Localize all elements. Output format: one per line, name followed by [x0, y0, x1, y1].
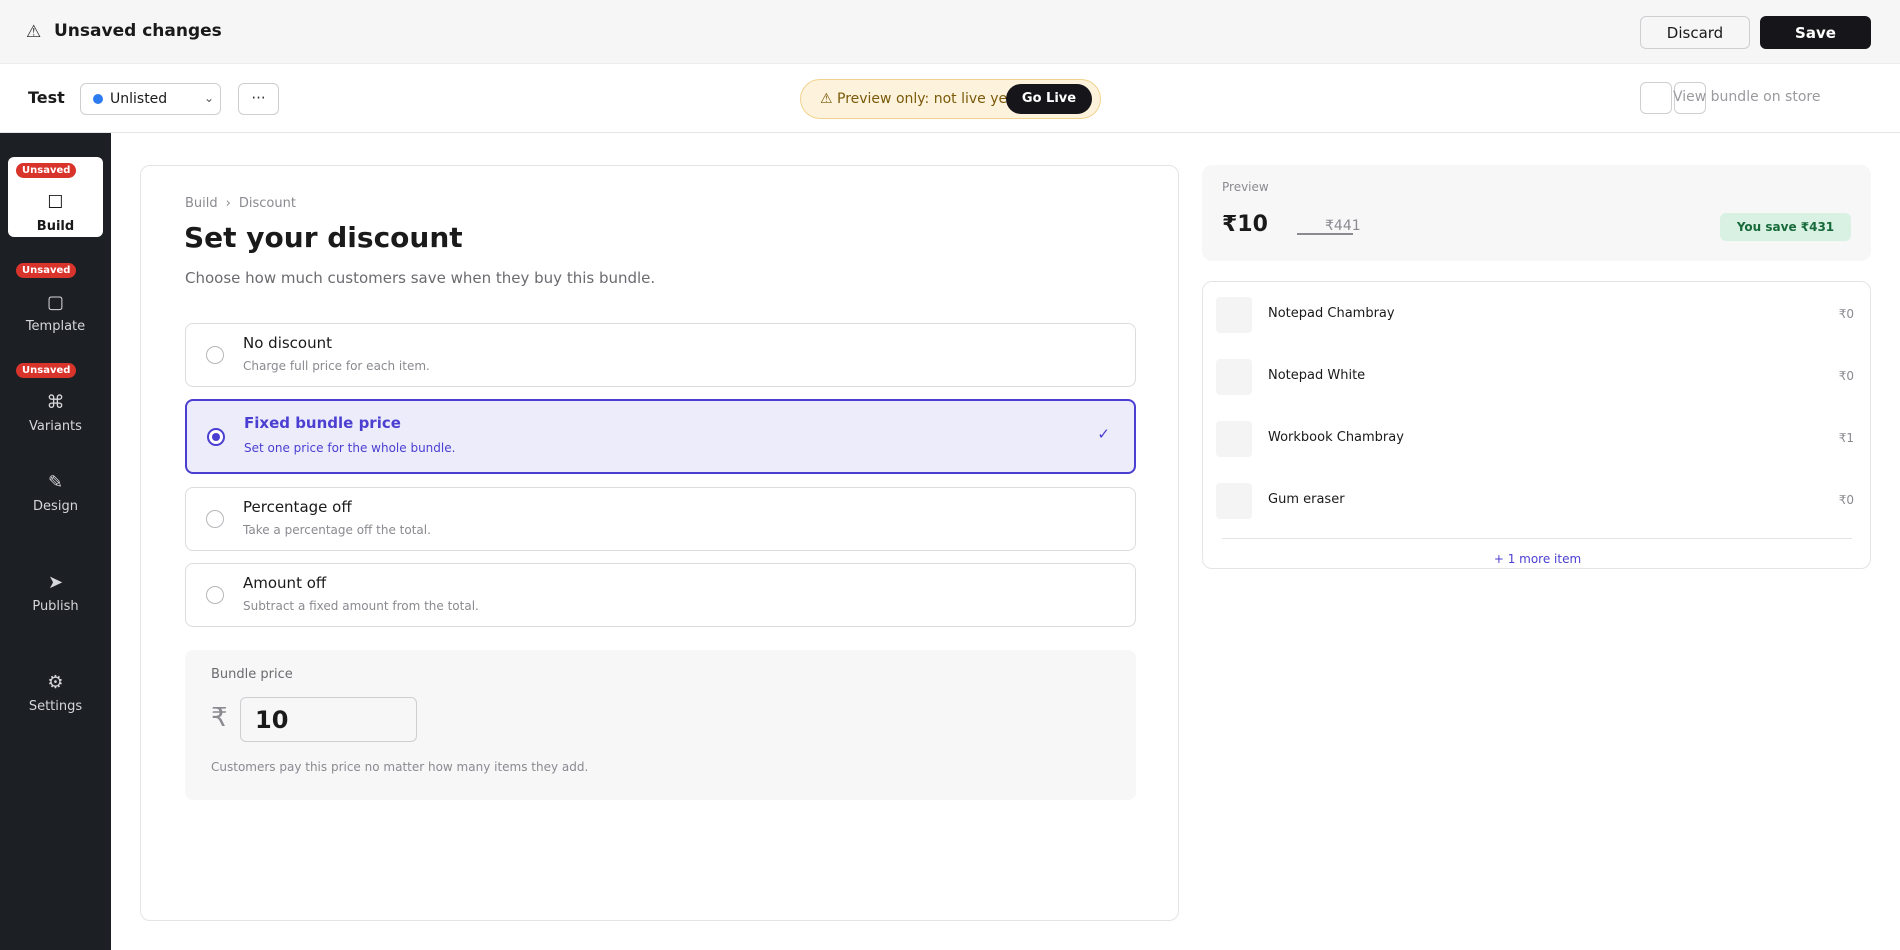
breadcrumb-build[interactable]: Build — [185, 196, 218, 211]
unsaved-badge: Unsaved — [16, 163, 77, 178]
preview-notice: ⚠ Preview only: not live yet Go Live — [800, 79, 1101, 119]
sidebar-item-variants[interactable]: Unsaved ⌘ Variants — [8, 357, 103, 437]
breadcrumb-separator: › — [225, 196, 231, 211]
price-preview-card: Preview ₹10 ₹441 You save ₹431 — [1202, 165, 1871, 261]
item-price: ₹0 — [1838, 307, 1854, 321]
sidebar-item-design[interactable]: ✎ Design — [8, 437, 103, 517]
bundle-price-panel: Bundle price ₹ Customers pay this price … — [185, 650, 1136, 800]
preview-new-price: ₹10 — [1222, 212, 1268, 237]
sidebar-item-label: Publish — [32, 599, 79, 614]
bundle-price-note: Customers pay this price no matter how m… — [211, 760, 589, 774]
sidebar-item-template[interactable]: Unsaved ▢ Template — [8, 257, 103, 337]
option-title: No discount — [243, 334, 332, 352]
bundle-items-card: Notepad Chambray ₹0 Notepad White ₹0 Wor… — [1202, 281, 1871, 569]
sidebar-item-build[interactable]: Unsaved ☐ Build — [8, 157, 103, 237]
breadcrumb: Build › Discount — [185, 196, 296, 211]
option-description: Set one price for the whole bundle. — [244, 441, 456, 455]
variants-icon: ⌘ — [46, 392, 65, 413]
view-on-store-link[interactable]: View bundle on store — [1673, 89, 1820, 105]
radio-button[interactable] — [206, 510, 224, 528]
item-price: ₹0 — [1838, 493, 1854, 507]
item-price: ₹1 — [1838, 431, 1854, 445]
item-price: ₹0 — [1838, 369, 1854, 383]
sidebar-item-label: Build — [36, 219, 75, 234]
more-actions-button[interactable]: ··· — [238, 83, 279, 115]
item-name: Notepad White — [1268, 368, 1366, 383]
option-amount-off[interactable]: Amount off Subtract a fixed amount from … — [185, 563, 1136, 627]
item-name: Notepad Chambray — [1268, 306, 1395, 321]
breadcrumb-discount: Discount — [238, 196, 296, 211]
status-select-value: Unlisted — [110, 91, 168, 107]
unsaved-badge: Unsaved — [16, 263, 77, 278]
top-bar: ⚠ Unsaved changes Discard Save — [0, 0, 1900, 64]
sidebar-item-publish[interactable]: ➤ Publish — [8, 537, 103, 617]
status-select[interactable]: Unlisted ⌄ — [80, 83, 221, 115]
product-thumbnail — [1216, 297, 1252, 333]
product-thumbnail — [1216, 483, 1252, 519]
page-title: Set your discount — [184, 221, 463, 254]
preview-notice-text: ⚠ Preview only: not live yet — [820, 91, 1013, 107]
option-title: Percentage off — [243, 498, 352, 516]
option-description: Charge full price for each item. — [243, 359, 430, 373]
sidebar-item-label: Template — [25, 319, 86, 334]
send-icon: ➤ — [47, 572, 64, 593]
item-name: Workbook Chambray — [1268, 430, 1404, 445]
bundle-price-label: Bundle price — [211, 667, 293, 682]
preview-old-price: ₹441 — [1325, 218, 1361, 234]
radio-button[interactable] — [207, 428, 225, 446]
warning-icon: ⚠ — [26, 22, 42, 42]
bundle-price-input[interactable] — [240, 697, 417, 742]
preview-label: Preview — [1222, 180, 1269, 194]
unsaved-badge: Unsaved — [16, 363, 77, 378]
sidebar-item-label: Design — [33, 499, 78, 514]
unsaved-changes-title: Unsaved changes — [54, 21, 222, 41]
sidebar-item-label: Settings — [28, 699, 83, 714]
sidebar-item-settings[interactable]: ⚙ Settings — [8, 637, 103, 717]
strikethrough-line — [1297, 233, 1353, 235]
desktop-preview-icon[interactable] — [1640, 82, 1672, 114]
divider — [1222, 538, 1852, 539]
radio-button[interactable] — [206, 346, 224, 364]
option-percentage-off[interactable]: Percentage off Take a percentage off the… — [185, 487, 1136, 551]
product-thumbnail — [1216, 359, 1252, 395]
option-title: Amount off — [243, 574, 327, 592]
save-button[interactable]: Save — [1760, 16, 1871, 49]
discard-button[interactable]: Discard — [1640, 16, 1750, 49]
option-fixed-bundle-price[interactable]: Fixed bundle price Set one price for the… — [185, 399, 1136, 474]
template-icon: ▢ — [46, 292, 64, 313]
list-item: Notepad White ₹0 — [1203, 357, 1872, 397]
rupee-icon: ₹ — [211, 703, 228, 733]
go-live-button[interactable]: Go Live — [1006, 84, 1092, 114]
option-description: Subtract a fixed amount from the total. — [243, 599, 479, 613]
discount-card: Build › Discount Set your discount Choose … — [140, 165, 1179, 921]
sidebar: Unsaved ☐ Build Unsaved ▢ Template Unsaved ⌘ Var… — [0, 133, 111, 950]
status-dot-icon — [93, 94, 103, 104]
option-description: Take a percentage off the total. — [243, 523, 431, 537]
pencil-icon: ✎ — [47, 472, 64, 493]
gear-icon: ⚙ — [47, 672, 64, 693]
chevron-down-icon: ⌄ — [203, 91, 214, 105]
radio-button[interactable] — [206, 586, 224, 604]
list-item: Gum eraser ₹0 — [1203, 481, 1872, 521]
sidebar-item-label: Variants — [29, 419, 82, 434]
more-items-link[interactable]: + 1 more item — [1203, 552, 1872, 566]
savings-badge: You save ₹431 — [1720, 213, 1851, 241]
bundle-name: Test — [28, 88, 65, 107]
option-title: Fixed bundle price — [244, 414, 401, 432]
product-thumbnail — [1216, 421, 1252, 457]
bundle-header: Test Unlisted ⌄ ··· ⚠ Preview only: not … — [0, 64, 1900, 133]
page-subtitle: Choose how much customers save when they… — [185, 269, 656, 287]
list-item: Workbook Chambray ₹1 — [1203, 419, 1872, 459]
list-item: Notepad Chambray ₹0 — [1203, 295, 1872, 335]
item-name: Gum eraser — [1268, 492, 1345, 507]
option-no-discount[interactable]: No discount Charge full price for each i… — [185, 323, 1136, 387]
checkmark-icon: ✓ — [1097, 425, 1110, 443]
build-icon: ☐ — [47, 192, 64, 213]
